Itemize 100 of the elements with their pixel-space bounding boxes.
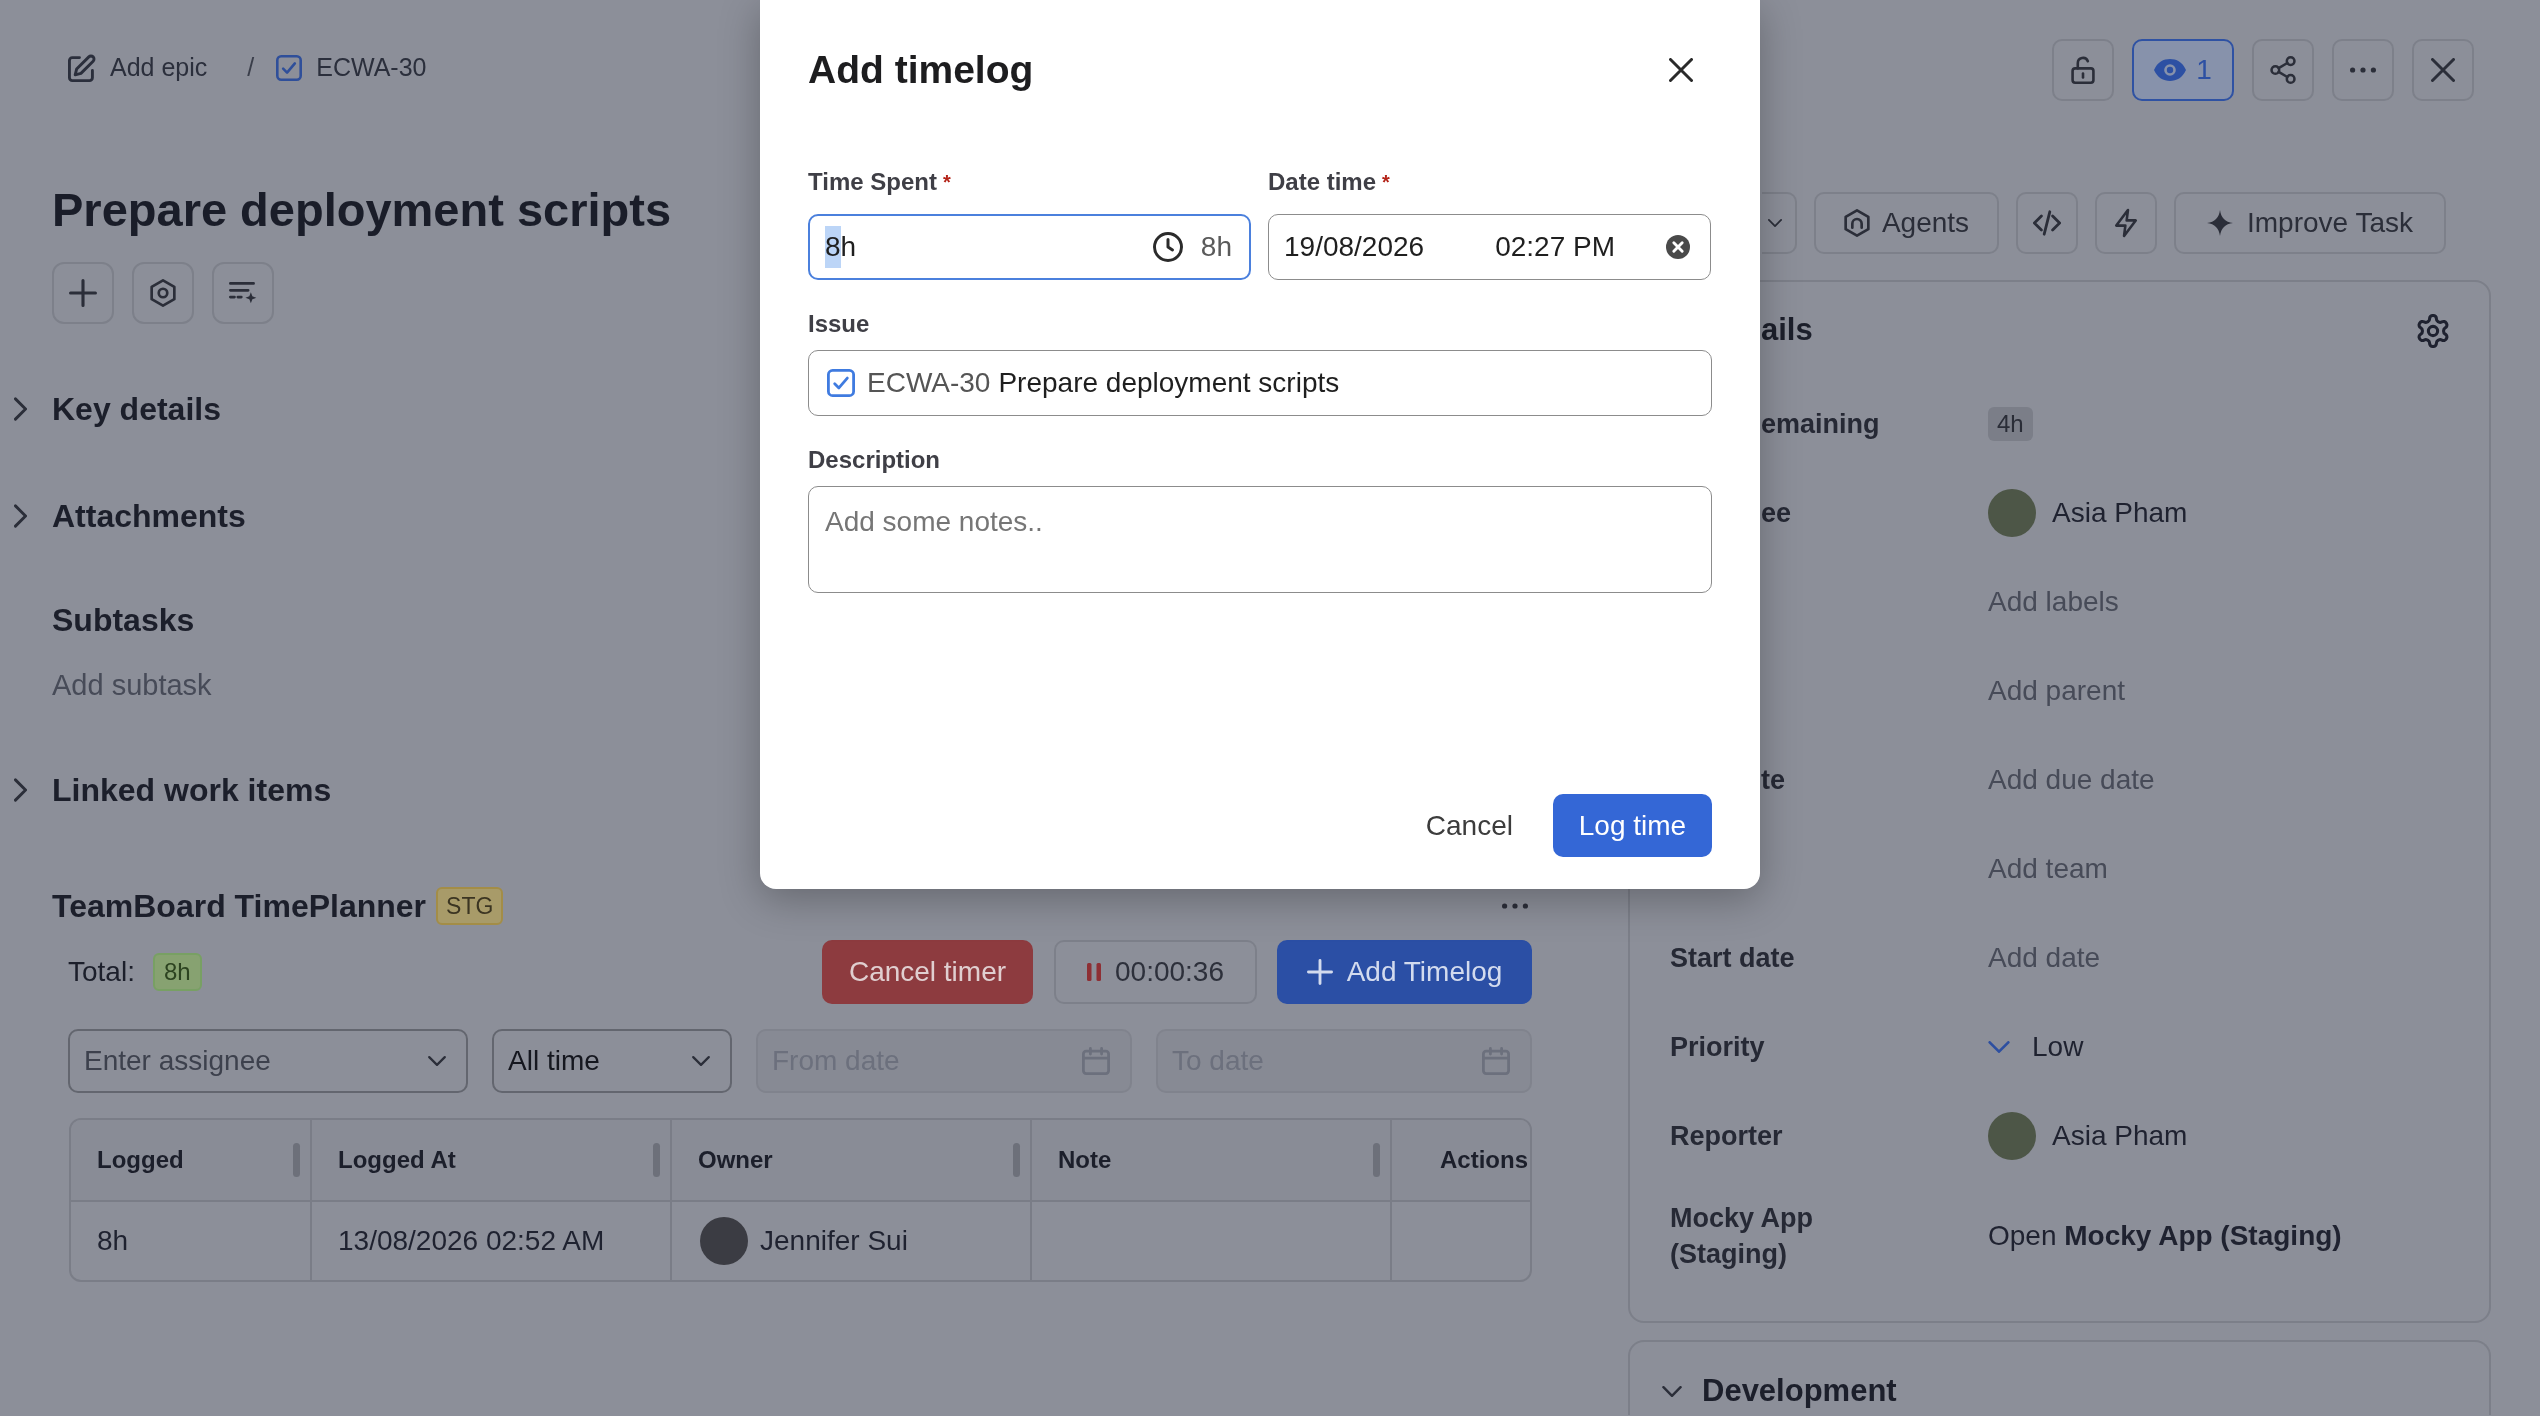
owner-name: Jennifer Sui [760,1224,908,1258]
section-title: Subtasks [52,601,195,640]
field-label: Issue [808,309,870,339]
section-title: TeamBoard TimePlanner [52,887,427,926]
breadcrumb-link[interactable]: ECWA-30 [276,49,427,87]
total-badge: 8h [152,953,202,991]
breadcrumb-separator: / [247,52,255,84]
list-sparkle-button[interactable] [212,262,274,324]
section-header[interactable]: Key details [14,387,221,431]
field-label: te [1761,763,1785,797]
column-header: Note [1058,1145,1112,1175]
field-label: Priority [1670,1030,1765,1064]
calendar-icon [1082,1047,1110,1075]
code-icon [2033,210,2061,236]
empty-field-placeholder[interactable]: Add labels [1988,580,2119,623]
total-label: Total: [68,955,135,989]
field-label: emaining [1761,407,1880,441]
avatar [1988,488,2036,537]
close-icon [2431,58,2455,82]
settings-icon[interactable] [2417,313,2449,348]
date-time-field[interactable]: 19/08/2026 02:27 PM [1268,214,1711,280]
log-time-button[interactable]: Log time [1553,794,1712,857]
breadcrumb-link[interactable]: Add epic [68,49,208,87]
section-header[interactable]: Attachments [14,494,246,538]
field-label: Start date [1670,941,1795,975]
eye-icon [2154,59,2187,81]
person-name[interactable]: Asia Pham [2052,491,2188,534]
more-icon[interactable] [1502,903,1528,909]
chevron-down-icon [692,1056,710,1066]
empty-field-placeholder[interactable]: Add parent [1988,669,2125,712]
priority-value[interactable]: Low [2032,1025,2084,1068]
table-cell: 8h [71,1202,312,1280]
lock-button[interactable] [2052,39,2114,101]
time-spent-field[interactable]: 8h 8h [808,214,1251,280]
timer-button[interactable]: 00:00:36 [1054,940,1257,1004]
column-header: Logged At [338,1145,456,1175]
task-title: Prepare deployment scripts [52,182,672,238]
sparkle-icon [2207,210,2233,236]
cancel-button[interactable]: Cancel [1425,794,1513,857]
required-marker: * [942,170,951,195]
column-header: Owner [698,1145,773,1175]
issue-field[interactable]: ECWA-30 Prepare deployment scripts [808,350,1712,416]
section-header[interactable]: Development [1662,1371,1897,1411]
env-badge: STG [436,887,504,925]
card-title: ails [1761,311,1813,350]
hexagon-icon [1843,209,1870,237]
duration-preview: 8h [1200,230,1232,264]
close-icon[interactable] [1669,58,1693,82]
table-cell: 13/08/2026 02:52 AM [312,1202,672,1280]
empty-field-placeholder[interactable]: Add team [1988,847,2108,890]
field-label: Date time [1268,167,1377,197]
section-header[interactable]: Linked work items [14,768,332,812]
hexagon-button[interactable] [132,262,194,324]
empty-field-placeholder[interactable]: Add date [1988,936,2101,979]
field-label: ee [1761,496,1792,530]
calendar-icon [1482,1047,1510,1075]
app-link[interactable]: Open Mocky App (Staging) [1988,1215,2342,1257]
add-timelog-button[interactable]: Add Timelog [1277,940,1532,1004]
empty-field-placeholder[interactable]: Add due date [1988,758,2155,801]
clear-icon[interactable] [1666,235,1690,259]
time-badge: 4h [1988,406,2033,441]
hexagon-icon [149,279,177,307]
column-header: Actions [1440,1145,1528,1175]
field-label: Description [808,445,941,475]
add-button[interactable] [52,262,114,324]
share-button[interactable] [2252,39,2314,101]
bolt-button[interactable] [2095,192,2157,254]
description-field[interactable]: Add some notes.. [808,486,1712,593]
lock-icon [2071,56,2095,84]
plus-icon [1306,959,1333,985]
column-resize-handle[interactable] [293,1143,300,1177]
close-button[interactable] [2412,39,2474,101]
column-header: Logged [97,1145,184,1175]
edit-icon [68,54,96,82]
column-resize-handle[interactable] [1373,1143,1380,1177]
cancel-timer-button[interactable]: Cancel timer [822,940,1033,1004]
more-icon [2350,67,2376,73]
column-resize-handle[interactable] [653,1143,660,1177]
bolt-icon [2115,208,2137,238]
select-field[interactable]: Enter assignee [68,1029,468,1093]
chevron-down-icon [1988,1040,2010,1053]
clock-icon [1152,232,1183,262]
add-subtask-link[interactable]: Add subtask [52,665,212,705]
code-button[interactable] [2016,192,2078,254]
improve-task-button[interactable]: Improve Task [2174,192,2446,254]
chevron-down-icon [1768,219,1782,227]
checkbox-icon [276,55,303,81]
column-resize-handle[interactable] [1013,1143,1020,1177]
checkbox-icon [827,369,855,397]
select-field[interactable]: All time [492,1029,732,1093]
field-label: Mocky App (Staging) [1670,1202,1814,1271]
share-icon [2270,56,2296,84]
chevron-down-icon [428,1056,446,1066]
field-label: Reporter [1670,1119,1783,1153]
required-marker: * [1382,170,1390,195]
agents-button[interactable]: Agents [1814,192,1999,254]
person-name[interactable]: Asia Pham [2052,1114,2188,1157]
avatar [1988,1111,2036,1160]
field-label: Time Spent [808,167,937,197]
dialog-title: Add timelog [808,47,1034,93]
